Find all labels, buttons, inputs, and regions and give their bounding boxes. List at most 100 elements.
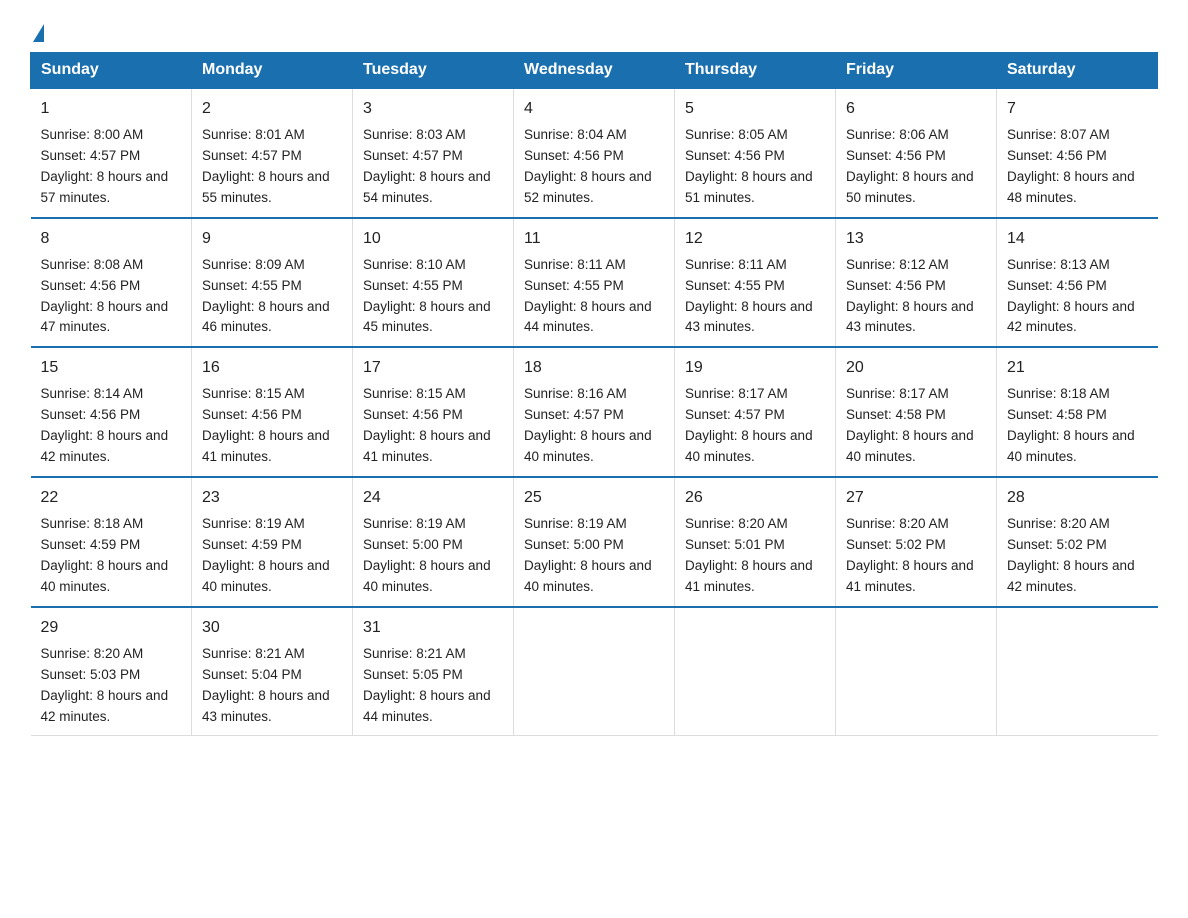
- day-number: 21: [1007, 356, 1148, 380]
- day-number: 19: [685, 356, 825, 380]
- calendar-day-cell: 1 Sunrise: 8:00 AMSunset: 4:57 PMDayligh…: [31, 88, 192, 218]
- calendar-week-row: 22 Sunrise: 8:18 AMSunset: 4:59 PMDaylig…: [31, 477, 1158, 607]
- day-info: Sunrise: 8:20 AMSunset: 5:02 PMDaylight:…: [846, 514, 986, 598]
- day-info: Sunrise: 8:07 AMSunset: 4:56 PMDaylight:…: [1007, 125, 1148, 209]
- day-info: Sunrise: 8:06 AMSunset: 4:56 PMDaylight:…: [846, 125, 986, 209]
- calendar-week-row: 15 Sunrise: 8:14 AMSunset: 4:56 PMDaylig…: [31, 347, 1158, 477]
- day-info: Sunrise: 8:03 AMSunset: 4:57 PMDaylight:…: [363, 125, 503, 209]
- calendar-day-cell: 25 Sunrise: 8:19 AMSunset: 5:00 PMDaylig…: [514, 477, 675, 607]
- day-info: Sunrise: 8:19 AMSunset: 4:59 PMDaylight:…: [202, 514, 342, 598]
- calendar-day-cell: 10 Sunrise: 8:10 AMSunset: 4:55 PMDaylig…: [353, 218, 514, 348]
- calendar-day-cell: 30 Sunrise: 8:21 AMSunset: 5:04 PMDaylig…: [192, 607, 353, 736]
- calendar-day-cell: 22 Sunrise: 8:18 AMSunset: 4:59 PMDaylig…: [31, 477, 192, 607]
- weekday-header-wednesday: Wednesday: [514, 53, 675, 89]
- day-info: Sunrise: 8:12 AMSunset: 4:56 PMDaylight:…: [846, 255, 986, 339]
- day-number: 11: [524, 227, 664, 251]
- calendar-day-cell: 5 Sunrise: 8:05 AMSunset: 4:56 PMDayligh…: [675, 88, 836, 218]
- calendar-day-cell: 4 Sunrise: 8:04 AMSunset: 4:56 PMDayligh…: [514, 88, 675, 218]
- calendar-day-cell: 21 Sunrise: 8:18 AMSunset: 4:58 PMDaylig…: [997, 347, 1158, 477]
- day-info: Sunrise: 8:17 AMSunset: 4:57 PMDaylight:…: [685, 384, 825, 468]
- day-number: 16: [202, 356, 342, 380]
- calendar-week-row: 1 Sunrise: 8:00 AMSunset: 4:57 PMDayligh…: [31, 88, 1158, 218]
- logo: [30, 20, 44, 42]
- day-info: Sunrise: 8:15 AMSunset: 4:56 PMDaylight:…: [363, 384, 503, 468]
- calendar-day-cell: 13 Sunrise: 8:12 AMSunset: 4:56 PMDaylig…: [836, 218, 997, 348]
- day-info: Sunrise: 8:18 AMSunset: 4:58 PMDaylight:…: [1007, 384, 1148, 468]
- calendar-day-cell: 14 Sunrise: 8:13 AMSunset: 4:56 PMDaylig…: [997, 218, 1158, 348]
- day-number: 17: [363, 356, 503, 380]
- day-info: Sunrise: 8:14 AMSunset: 4:56 PMDaylight:…: [41, 384, 182, 468]
- day-info: Sunrise: 8:21 AMSunset: 5:05 PMDaylight:…: [363, 644, 503, 728]
- day-number: 13: [846, 227, 986, 251]
- calendar-day-cell: 12 Sunrise: 8:11 AMSunset: 4:55 PMDaylig…: [675, 218, 836, 348]
- calendar-table: SundayMondayTuesdayWednesdayThursdayFrid…: [30, 52, 1158, 736]
- calendar-day-cell: 29 Sunrise: 8:20 AMSunset: 5:03 PMDaylig…: [31, 607, 192, 736]
- calendar-day-cell: 11 Sunrise: 8:11 AMSunset: 4:55 PMDaylig…: [514, 218, 675, 348]
- day-info: Sunrise: 8:20 AMSunset: 5:02 PMDaylight:…: [1007, 514, 1148, 598]
- day-number: 24: [363, 486, 503, 510]
- calendar-day-cell: 15 Sunrise: 8:14 AMSunset: 4:56 PMDaylig…: [31, 347, 192, 477]
- day-info: Sunrise: 8:08 AMSunset: 4:56 PMDaylight:…: [41, 255, 182, 339]
- calendar-day-cell: 24 Sunrise: 8:19 AMSunset: 5:00 PMDaylig…: [353, 477, 514, 607]
- calendar-week-row: 29 Sunrise: 8:20 AMSunset: 5:03 PMDaylig…: [31, 607, 1158, 736]
- calendar-day-cell: [997, 607, 1158, 736]
- weekday-header-tuesday: Tuesday: [353, 53, 514, 89]
- day-number: 14: [1007, 227, 1148, 251]
- day-info: Sunrise: 8:16 AMSunset: 4:57 PMDaylight:…: [524, 384, 664, 468]
- day-number: 29: [41, 616, 182, 640]
- day-info: Sunrise: 8:19 AMSunset: 5:00 PMDaylight:…: [363, 514, 503, 598]
- day-number: 18: [524, 356, 664, 380]
- day-number: 25: [524, 486, 664, 510]
- day-number: 10: [363, 227, 503, 251]
- day-number: 5: [685, 97, 825, 121]
- calendar-day-cell: 19 Sunrise: 8:17 AMSunset: 4:57 PMDaylig…: [675, 347, 836, 477]
- day-info: Sunrise: 8:21 AMSunset: 5:04 PMDaylight:…: [202, 644, 342, 728]
- day-info: Sunrise: 8:13 AMSunset: 4:56 PMDaylight:…: [1007, 255, 1148, 339]
- day-info: Sunrise: 8:11 AMSunset: 4:55 PMDaylight:…: [524, 255, 664, 339]
- calendar-day-cell: 16 Sunrise: 8:15 AMSunset: 4:56 PMDaylig…: [192, 347, 353, 477]
- weekday-header-friday: Friday: [836, 53, 997, 89]
- day-number: 9: [202, 227, 342, 251]
- weekday-header-row: SundayMondayTuesdayWednesdayThursdayFrid…: [31, 53, 1158, 89]
- day-number: 31: [363, 616, 503, 640]
- day-number: 22: [41, 486, 182, 510]
- calendar-day-cell: 28 Sunrise: 8:20 AMSunset: 5:02 PMDaylig…: [997, 477, 1158, 607]
- calendar-day-cell: [836, 607, 997, 736]
- calendar-day-cell: 9 Sunrise: 8:09 AMSunset: 4:55 PMDayligh…: [192, 218, 353, 348]
- day-info: Sunrise: 8:00 AMSunset: 4:57 PMDaylight:…: [41, 125, 182, 209]
- page-header: [30, 20, 1158, 42]
- calendar-day-cell: 18 Sunrise: 8:16 AMSunset: 4:57 PMDaylig…: [514, 347, 675, 477]
- day-info: Sunrise: 8:04 AMSunset: 4:56 PMDaylight:…: [524, 125, 664, 209]
- day-number: 7: [1007, 97, 1148, 121]
- calendar-day-cell: 20 Sunrise: 8:17 AMSunset: 4:58 PMDaylig…: [836, 347, 997, 477]
- day-number: 20: [846, 356, 986, 380]
- calendar-week-row: 8 Sunrise: 8:08 AMSunset: 4:56 PMDayligh…: [31, 218, 1158, 348]
- calendar-day-cell: 31 Sunrise: 8:21 AMSunset: 5:05 PMDaylig…: [353, 607, 514, 736]
- calendar-day-cell: 27 Sunrise: 8:20 AMSunset: 5:02 PMDaylig…: [836, 477, 997, 607]
- weekday-header-saturday: Saturday: [997, 53, 1158, 89]
- day-info: Sunrise: 8:20 AMSunset: 5:03 PMDaylight:…: [41, 644, 182, 728]
- day-info: Sunrise: 8:11 AMSunset: 4:55 PMDaylight:…: [685, 255, 825, 339]
- calendar-day-cell: 6 Sunrise: 8:06 AMSunset: 4:56 PMDayligh…: [836, 88, 997, 218]
- day-info: Sunrise: 8:05 AMSunset: 4:56 PMDaylight:…: [685, 125, 825, 209]
- day-info: Sunrise: 8:10 AMSunset: 4:55 PMDaylight:…: [363, 255, 503, 339]
- calendar-day-cell: 2 Sunrise: 8:01 AMSunset: 4:57 PMDayligh…: [192, 88, 353, 218]
- calendar-day-cell: 23 Sunrise: 8:19 AMSunset: 4:59 PMDaylig…: [192, 477, 353, 607]
- day-info: Sunrise: 8:01 AMSunset: 4:57 PMDaylight:…: [202, 125, 342, 209]
- day-info: Sunrise: 8:18 AMSunset: 4:59 PMDaylight:…: [41, 514, 182, 598]
- day-info: Sunrise: 8:19 AMSunset: 5:00 PMDaylight:…: [524, 514, 664, 598]
- day-number: 15: [41, 356, 182, 380]
- calendar-day-cell: 3 Sunrise: 8:03 AMSunset: 4:57 PMDayligh…: [353, 88, 514, 218]
- day-number: 12: [685, 227, 825, 251]
- calendar-day-cell: [514, 607, 675, 736]
- day-info: Sunrise: 8:20 AMSunset: 5:01 PMDaylight:…: [685, 514, 825, 598]
- day-number: 27: [846, 486, 986, 510]
- day-number: 28: [1007, 486, 1148, 510]
- calendar-day-cell: 8 Sunrise: 8:08 AMSunset: 4:56 PMDayligh…: [31, 218, 192, 348]
- calendar-day-cell: 7 Sunrise: 8:07 AMSunset: 4:56 PMDayligh…: [997, 88, 1158, 218]
- calendar-day-cell: 26 Sunrise: 8:20 AMSunset: 5:01 PMDaylig…: [675, 477, 836, 607]
- day-info: Sunrise: 8:17 AMSunset: 4:58 PMDaylight:…: [846, 384, 986, 468]
- day-number: 23: [202, 486, 342, 510]
- calendar-day-cell: 17 Sunrise: 8:15 AMSunset: 4:56 PMDaylig…: [353, 347, 514, 477]
- day-number: 26: [685, 486, 825, 510]
